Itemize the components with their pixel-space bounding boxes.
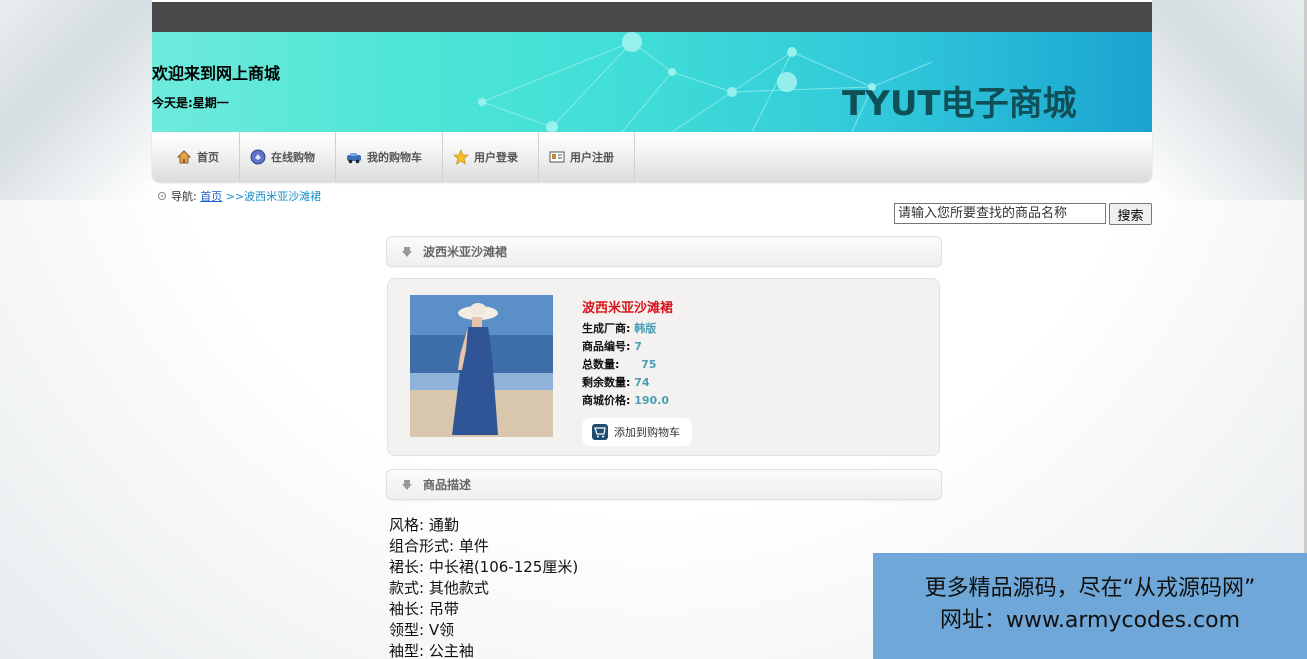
car-icon <box>346 149 362 165</box>
bullet-icon <box>158 192 166 200</box>
nav-item-shopping[interactable]: 在线购物 <box>240 132 336 182</box>
nav-item-login[interactable]: 用户登录 <box>443 132 539 182</box>
add-to-cart-label: 添加到购物车 <box>614 426 680 439</box>
info-row-manufacturer: 生成厂商: 韩版 <box>582 320 669 338</box>
nav-item-cart[interactable]: 我的购物车 <box>336 132 443 182</box>
ad-line: 网址：www.armycodes.com <box>939 608 1241 633</box>
cart-icon <box>592 424 608 440</box>
home-icon <box>176 149 192 165</box>
nav-label: 我的购物车 <box>367 151 422 164</box>
ad-line: 更多精品源码，尽在“从戎源码网” <box>924 576 1256 601</box>
info-value: 190.0 <box>634 394 670 407</box>
arrow-down-icon <box>401 246 413 258</box>
info-label: 总数量: <box>582 358 620 371</box>
watermark-ad: 更多精品源码，尽在“从戎源码网” 网址：www.armycodes.com <box>873 553 1307 659</box>
breadcrumb-prefix: 导航: <box>171 190 197 203</box>
register-icon <box>549 149 565 165</box>
nav-label: 用户注册 <box>570 151 614 164</box>
nav-item-home[interactable]: 首页 <box>166 132 240 182</box>
panel-title: 波西米亚沙滩裙 <box>423 245 508 259</box>
main-nav: 首页 在线购物 我的购物车 用户登录 用户注册 <box>152 132 1152 182</box>
search-bar: 搜索 <box>894 203 1152 225</box>
search-input[interactable] <box>894 203 1106 224</box>
desc-line: 袖长: 吊带 <box>389 600 459 618</box>
breadcrumb-home-link[interactable]: 首页 <box>200 188 222 204</box>
info-label: 剩余数量: <box>582 376 631 389</box>
info-row-id: 商品编号: 7 <box>582 338 669 356</box>
panel-title: 商品描述 <box>423 478 472 492</box>
product-name: 波西米亚沙滩裙 <box>582 301 674 316</box>
page-wrapper: 欢迎来到网上商城 今天是:星期一 TYUT电子商城 首页 在线购物 我的购物车 <box>152 2 1152 182</box>
welcome-text: 欢迎来到网上商城 <box>152 64 281 83</box>
star-icon <box>453 149 469 165</box>
description-panel-header: 商品描述 <box>386 469 942 500</box>
breadcrumb-current: >>波西米亚沙滩裙 <box>225 190 322 203</box>
add-to-cart-button[interactable]: 添加到购物车 <box>582 418 692 446</box>
nav-label: 在线购物 <box>271 151 315 164</box>
info-value: 75 <box>641 358 657 371</box>
info-label: 商品编号: <box>582 340 631 353</box>
desc-line: 款式: 其他款式 <box>389 579 489 597</box>
info-row-total: 总数量: 75 <box>582 356 669 374</box>
desc-line: 风格: 通勤 <box>389 516 459 534</box>
product-info: 生成厂商: 韩版 商品编号: 7 总数量: 75 剩余数量: 74 商城价格: … <box>582 320 669 410</box>
desc-line: 组合形式: 单件 <box>389 537 489 555</box>
info-value: 韩版 <box>634 322 657 335</box>
info-label: 生成厂商: <box>582 322 631 335</box>
info-value: 74 <box>634 376 650 389</box>
info-row-price: 商城价格: 190.0 <box>582 392 669 410</box>
arrow-down-icon <box>401 479 413 491</box>
shopping-icon <box>250 149 266 165</box>
weekday-text: 今天是:星期一 <box>152 96 229 110</box>
desc-line: 袖型: 公主袖 <box>389 642 474 659</box>
header-banner: 欢迎来到网上商城 今天是:星期一 TYUT电子商城 <box>152 32 1152 132</box>
search-button[interactable]: 搜索 <box>1109 203 1152 225</box>
info-value: 7 <box>634 340 642 353</box>
product-panel-header: 波西米亚沙滩裙 <box>386 236 942 267</box>
nav-item-register[interactable]: 用户注册 <box>539 132 635 182</box>
info-row-remaining: 剩余数量: 74 <box>582 374 669 392</box>
nav-label: 首页 <box>197 151 219 164</box>
nav-label: 用户登录 <box>474 151 518 164</box>
product-description: 风格: 通勤 组合形式: 单件 裙长: 中长裙(106-125厘米) 款式: 其… <box>389 515 578 659</box>
desc-line: 裙长: 中长裙(106-125厘米) <box>389 558 579 576</box>
breadcrumb: 导航: 首页 >>波西米亚沙滩裙 <box>158 188 321 204</box>
info-label: 商城价格: <box>582 394 631 407</box>
product-detail-box: 波西米亚沙滩裙 生成厂商: 韩版 商品编号: 7 总数量: 75 剩余数量: 7… <box>387 278 940 456</box>
top-bar <box>152 2 1152 32</box>
product-image <box>410 295 553 437</box>
desc-line: 领型: V领 <box>389 621 455 639</box>
brand-title: TYUT电子商城 <box>842 84 1077 124</box>
